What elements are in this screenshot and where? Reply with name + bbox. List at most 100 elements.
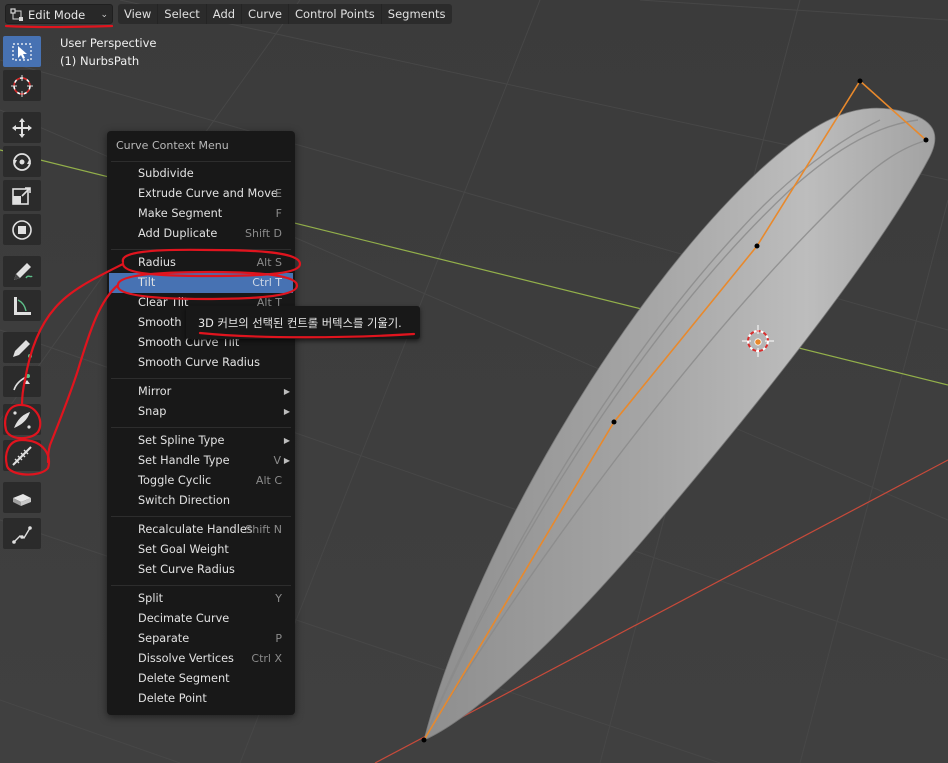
- rotate-icon: [13, 153, 31, 171]
- randomize-icon: [13, 494, 31, 506]
- view-perspective-label: User Perspective: [60, 36, 157, 50]
- menu-item-label: Switch Direction: [138, 494, 230, 507]
- header-menu-bar: View Select Add Curve Control Points Seg…: [118, 4, 452, 24]
- annotate-icon: [14, 263, 33, 280]
- menu-item-smooth-curve-radius[interactable]: Smooth Curve Radius: [109, 353, 293, 373]
- menu-item-label: Set Handle Type: [138, 454, 230, 467]
- extrude-icon: [13, 374, 30, 391]
- menu-item-extrude-curve-and-move[interactable]: Extrude Curve and Move E: [109, 184, 293, 204]
- menu-item-label: Delete Point: [138, 692, 207, 705]
- menu-separator: [111, 516, 291, 517]
- tool-transform[interactable]: [3, 214, 41, 245]
- menu-item-tilt[interactable]: Tilt Ctrl T: [109, 273, 293, 293]
- menu-item-split[interactable]: Split Y: [109, 589, 293, 609]
- edit-mode-icon: [10, 8, 23, 21]
- submenu-arrow-icon: ▶: [283, 436, 290, 445]
- viewport-header: Edit Mode ⌄ View Select Add Curve Contro…: [0, 0, 948, 28]
- chevron-down-icon: ⌄: [100, 10, 108, 20]
- menu-add[interactable]: Add: [207, 4, 243, 24]
- menu-separator: [111, 427, 291, 428]
- draw-icon: [13, 340, 32, 358]
- menu-segments[interactable]: Segments: [382, 4, 452, 24]
- menu-separator: [111, 585, 291, 586]
- tool-rotate[interactable]: [3, 146, 41, 177]
- menu-item-label: Separate: [138, 632, 190, 645]
- tool-randomize[interactable]: [3, 482, 41, 513]
- menu-item-make-segment[interactable]: Make Segment F: [109, 204, 293, 224]
- menu-item-recalculate-handles[interactable]: Recalculate Handles Shift N: [109, 520, 293, 540]
- menu-item-shortcut: Shift D: [245, 227, 282, 240]
- menu-item-delete-segment[interactable]: Delete Segment: [109, 669, 293, 689]
- menu-separator: [111, 249, 291, 250]
- menu-item-set-handle-type[interactable]: Set Handle Type V ▶: [109, 451, 293, 471]
- menu-control-points[interactable]: Control Points: [289, 4, 382, 24]
- select-box-icon: [12, 43, 32, 61]
- menu-item-label: Dissolve Vertices: [138, 652, 234, 665]
- mode-dropdown[interactable]: Edit Mode ⌄: [5, 4, 113, 24]
- menu-item-label: Mirror: [138, 385, 172, 398]
- menu-item-subdivide[interactable]: Subdivide: [109, 164, 293, 184]
- menu-item-shortcut: Shift N: [245, 523, 282, 536]
- tool-select-box[interactable]: [3, 36, 41, 67]
- tool-cursor[interactable]: [3, 70, 41, 101]
- menu-item-shortcut: Alt C: [255, 474, 282, 487]
- menu-select[interactable]: Select: [158, 4, 207, 24]
- menu-item-label: Subdivide: [138, 167, 194, 180]
- mode-label: Edit Mode: [28, 8, 86, 22]
- menu-item-separate[interactable]: Separate P: [109, 629, 293, 649]
- menu-item-set-curve-radius[interactable]: Set Curve Radius: [109, 560, 293, 580]
- menu-item-label: Decimate Curve: [138, 612, 230, 625]
- menu-item-label: Toggle Cyclic: [138, 474, 212, 487]
- submenu-arrow-icon: ▶: [283, 456, 290, 465]
- menu-item-toggle-cyclic[interactable]: Toggle Cyclic Alt C: [109, 471, 293, 491]
- move-icon: [12, 118, 32, 138]
- tool-curve-pen[interactable]: [3, 518, 41, 549]
- transform-icon: [12, 220, 32, 240]
- menu-item-set-goal-weight[interactable]: Set Goal Weight: [109, 540, 293, 560]
- tool-radius[interactable]: [3, 404, 41, 435]
- scale-icon: [12, 187, 31, 205]
- submenu-arrow-icon: ▶: [283, 407, 290, 416]
- tool-annotate[interactable]: [3, 256, 41, 287]
- menu-item-snap[interactable]: Snap ▶: [109, 402, 293, 422]
- menu-item-label: Radius: [138, 256, 176, 269]
- menu-item-label: Snap: [138, 405, 167, 418]
- menu-view[interactable]: View: [118, 4, 159, 24]
- menu-item-label: Add Duplicate: [138, 227, 218, 240]
- menu-item-add-duplicate[interactable]: Add Duplicate Shift D: [109, 224, 293, 244]
- menu-item-radius[interactable]: Radius Alt S: [109, 253, 293, 273]
- menu-item-shortcut: F: [275, 207, 282, 220]
- menu-item-label: Set Curve Radius: [138, 563, 235, 576]
- tool-scale[interactable]: [3, 180, 41, 211]
- menu-item-set-spline-type[interactable]: Set Spline Type ▶: [109, 431, 293, 451]
- menu-item-shortcut: P: [275, 632, 282, 645]
- submenu-arrow-icon: ▶: [283, 387, 290, 396]
- menu-item-decimate-curve[interactable]: Decimate Curve: [109, 609, 293, 629]
- menu-item-label: Recalculate Handles: [138, 523, 253, 536]
- menu-item-shortcut: Alt S: [256, 256, 282, 269]
- menu-item-label: Smooth Curve Radius: [138, 356, 260, 369]
- context-menu-title: Curve Context Menu: [116, 139, 229, 152]
- menu-item-shortcut: Ctrl X: [251, 652, 282, 665]
- tool-measure[interactable]: [3, 290, 41, 321]
- radius-icon: [13, 411, 31, 429]
- menu-item-label: Make Segment: [138, 207, 223, 220]
- menu-curve[interactable]: Curve: [242, 4, 289, 24]
- tilt-tooltip: 3D 커브의 선택된 컨트롤 버텍스를 기울기.: [186, 306, 420, 339]
- tilt-icon: [12, 446, 32, 466]
- menu-item-dissolve-vertices[interactable]: Dissolve Vertices Ctrl X: [109, 649, 293, 669]
- tool-draw[interactable]: [3, 332, 41, 363]
- menu-item-switch-direction[interactable]: Switch Direction: [109, 491, 293, 511]
- tool-move[interactable]: [3, 112, 41, 143]
- menu-item-label: Set Spline Type: [138, 434, 225, 447]
- menu-item-label: Clear Tilt: [138, 296, 189, 309]
- menu-item-label: Tilt: [138, 276, 156, 289]
- tool-extrude[interactable]: [3, 366, 41, 397]
- tool-tilt[interactable]: [3, 440, 41, 471]
- menu-item-delete-point[interactable]: Delete Point: [109, 689, 293, 709]
- tooltip-text: 3D 커브의 선택된 컨트롤 버텍스를 기울기.: [198, 317, 402, 330]
- menu-item-mirror[interactable]: Mirror ▶: [109, 382, 293, 402]
- menu-separator: [111, 161, 291, 162]
- active-object-label: (1) NurbsPath: [60, 54, 140, 68]
- menu-item-label: Delete Segment: [138, 672, 230, 685]
